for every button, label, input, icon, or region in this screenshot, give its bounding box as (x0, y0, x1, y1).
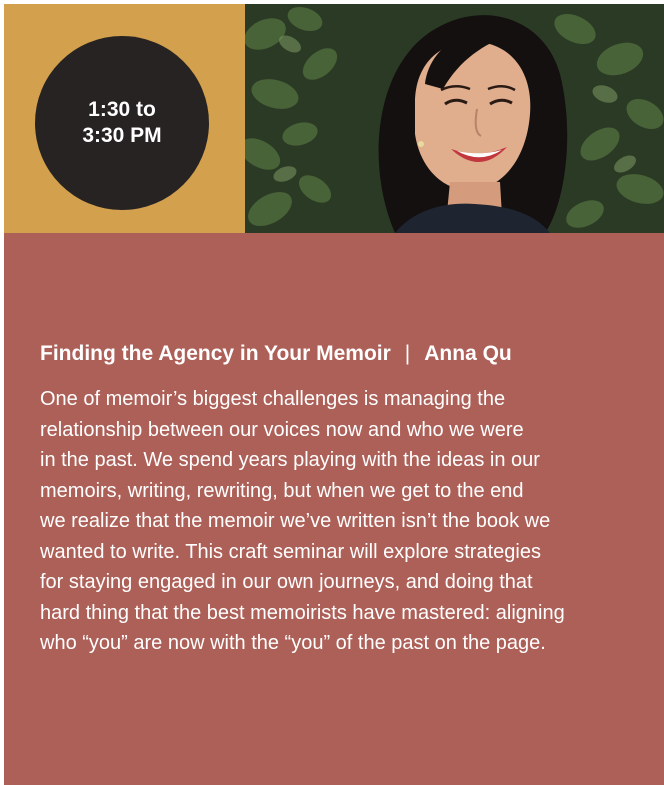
speaker-name: Anna Qu (424, 342, 512, 365)
description-line: who “you” are now with the “you” of the … (40, 632, 546, 654)
description-line: we realize that the memoir we’ve written… (40, 510, 551, 532)
session-description: One of memoir’s biggest challenges is ma… (40, 384, 642, 659)
time-panel: 1:30 to 3:30 PM (4, 4, 245, 233)
description-line: memoirs, writing, rewriting, but when we… (40, 479, 524, 502)
session-heading: Finding the Agency in Your Memoir | Anna Q… (40, 341, 640, 367)
title-separator: | (404, 342, 411, 365)
session-title: Finding the Agency in Your Memoir (40, 342, 391, 365)
description-line: in the past. We spend years playing with… (40, 449, 540, 471)
session-header: 1:30 to 3:30 PM (4, 4, 664, 233)
time-end: 3:30 PM (82, 124, 162, 147)
description-line: One of memoir’s biggest challenges is ma… (40, 388, 506, 410)
description-line: for staying engaged in our own journeys,… (40, 571, 533, 593)
description-line: hard thing that the best memoirists have… (40, 601, 565, 624)
description-line: relationship between our voices now and … (40, 418, 524, 441)
time-start: 1:30 to (88, 98, 156, 121)
description-line: wanted to write. This craft seminar will… (40, 540, 541, 563)
session-card: 1:30 to 3:30 PM Finding the Agency in Yo… (4, 4, 664, 785)
speaker-photo (245, 4, 664, 233)
session-details: Finding the Agency in Your Memoir | Anna Q… (4, 233, 664, 785)
time-badge: 1:30 to 3:30 PM (35, 36, 209, 210)
